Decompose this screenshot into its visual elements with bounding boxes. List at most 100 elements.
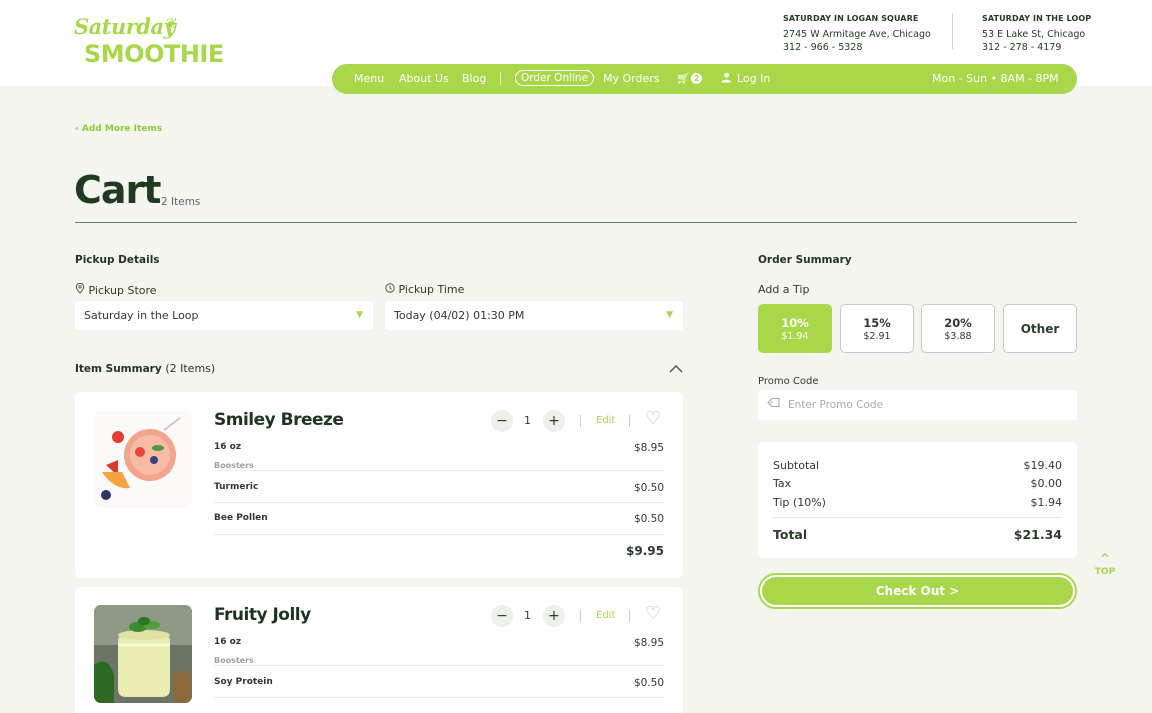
- tip-amount: $3.88: [944, 331, 972, 342]
- edit-item-link[interactable]: Edit: [596, 415, 615, 426]
- nav-my-orders[interactable]: My Orders: [603, 72, 660, 85]
- boosters-label: Boosters: [214, 461, 254, 470]
- total-row: Total $21.34: [773, 527, 1062, 542]
- pickup-store-value: Saturday in the Loop: [84, 309, 199, 322]
- add-more-items-label: Add More Items: [81, 124, 163, 134]
- tax-value: $0.00: [1030, 477, 1063, 490]
- location-phone[interactable]: 312 - 966 - 5328: [783, 41, 931, 55]
- add-more-items-link[interactable]: ‹ Add More Items: [75, 124, 162, 134]
- location-name: SATURDAY IN THE LOOP: [982, 14, 1092, 23]
- tip-percent: 20%: [944, 316, 972, 330]
- row-divider: [214, 697, 664, 698]
- nav-log-in[interactable]: Log In: [737, 72, 770, 85]
- item-total-price: $9.95: [626, 544, 664, 558]
- size-row: 16 oz $8.95: [214, 637, 664, 649]
- tip-line-label: Tip (10%): [773, 496, 826, 509]
- pickup-store-select[interactable]: Saturday in the Loop ▼: [75, 301, 373, 330]
- chevron-left-icon: ‹: [75, 124, 79, 134]
- row-divider: [214, 534, 664, 535]
- booster-row: Turmeric $0.50: [214, 482, 664, 494]
- title-divider: [75, 222, 1077, 223]
- tip-option-other[interactable]: Other: [1003, 304, 1077, 353]
- booster-name: Soy Protein: [214, 677, 273, 687]
- summary-divider: [773, 517, 1062, 518]
- location-divider: [952, 13, 953, 49]
- increase-quantity-button[interactable]: +: [543, 410, 565, 432]
- back-to-top-label: TOP: [1094, 567, 1116, 577]
- edit-item-link[interactable]: Edit: [596, 610, 615, 621]
- location-phone[interactable]: 312 - 278 - 4179: [982, 41, 1091, 55]
- leaf-icon: ❦: [166, 16, 178, 32]
- promo-code-input[interactable]: [788, 395, 1068, 415]
- tip-percent: 15%: [863, 316, 891, 330]
- pickup-details-heading: Pickup Details: [75, 254, 160, 266]
- location-address: 53 E Lake St, Chicago: [982, 28, 1086, 40]
- cart-count-badge: 2: [691, 73, 702, 84]
- cart-item-card: Fruity Jolly − 1 + Edit ♡ 16 oz $8.95 Bo…: [75, 587, 683, 713]
- tax-row: Tax $0.00: [773, 477, 1062, 490]
- nav-hours: Mon - Sun • 8AM - 8PM: [932, 72, 1059, 85]
- row-divider: [214, 665, 664, 666]
- increase-quantity-button[interactable]: +: [543, 605, 565, 627]
- action-divider: [629, 610, 630, 622]
- add-tip-label: Add a Tip: [758, 283, 810, 296]
- action-divider: [580, 610, 581, 622]
- pickup-time-value: Today (04/02) 01:30 PM: [394, 309, 525, 322]
- location-pin-icon: [75, 282, 89, 297]
- location-name: SATURDAY IN LOGAN SQUARE: [783, 14, 919, 23]
- booster-price: $0.50: [633, 677, 664, 689]
- tip-amount: $1.94: [781, 331, 809, 342]
- cart-item-count: 2 Items: [161, 196, 201, 208]
- quantity-value: 1: [524, 414, 531, 427]
- pickup-time-label-text: Pickup Time: [398, 283, 465, 296]
- logo-line-1: Saturday: [74, 14, 176, 39]
- tip-option-15[interactable]: 15% $2.91: [840, 304, 914, 353]
- tag-icon: [767, 397, 780, 411]
- action-divider: [629, 415, 630, 427]
- action-divider: [580, 415, 581, 427]
- nav-menu[interactable]: Menu: [354, 72, 384, 85]
- dropdown-caret-icon: ▼: [666, 310, 673, 320]
- item-summary-heading: Item Summary (2 Items): [75, 362, 215, 375]
- main-nav: Menu About Us Blog Order Online My Order…: [332, 64, 1077, 94]
- product-name: Smiley Breeze: [214, 410, 344, 430]
- brand-logo[interactable]: Saturday ❦ SMOOTHIE: [74, 14, 224, 72]
- pickup-time-label: Pickup Time: [385, 283, 464, 296]
- order-summary-heading: Order Summary: [758, 254, 852, 266]
- tip-option-20[interactable]: 20% $3.88: [921, 304, 995, 353]
- tip-option-10[interactable]: 10% $1.94: [758, 304, 832, 353]
- favorite-heart-icon[interactable]: ♡: [645, 408, 661, 429]
- collapse-chevron-up-icon[interactable]: [669, 362, 683, 376]
- subtotal-label: Subtotal: [773, 459, 820, 472]
- back-to-top-button[interactable]: ⌃ TOP: [1094, 550, 1116, 578]
- nav-blog[interactable]: Blog: [462, 72, 486, 85]
- booster-row: Bee Pollen $0.50: [214, 513, 664, 525]
- tip-other-label: Other: [1020, 322, 1060, 336]
- booster-row: Soy Protein $0.50: [214, 677, 664, 689]
- booster-name: Bee Pollen: [214, 513, 268, 523]
- subtotal-row: Subtotal $19.40: [773, 459, 1062, 472]
- decrease-quantity-button[interactable]: −: [491, 605, 513, 627]
- page-title: Cart: [74, 168, 161, 212]
- size-label: 16 oz: [214, 637, 242, 647]
- nav-about-us[interactable]: About Us: [399, 72, 449, 85]
- tip-line-value: $1.94: [1030, 496, 1063, 509]
- dropdown-caret-icon: ▼: [356, 310, 363, 320]
- cart-icon[interactable]: 🛒︎: [676, 72, 690, 85]
- checkout-button[interactable]: Check Out >: [758, 573, 1077, 609]
- promo-code-label: Promo Code: [758, 376, 819, 387]
- nav-order-online[interactable]: Order Online: [515, 70, 595, 86]
- price-summary-box: Subtotal $19.40 Tax $0.00 Tip (10%) $1.9…: [758, 442, 1077, 558]
- location-the-loop: SATURDAY IN THE LOOP 53 E Lake St, Chica…: [982, 12, 1091, 55]
- clock-icon: [385, 283, 399, 296]
- boosters-label: Boosters: [214, 656, 254, 665]
- smoothie-product-image: [94, 410, 192, 508]
- decrease-quantity-button[interactable]: −: [491, 410, 513, 432]
- row-divider: [214, 470, 664, 471]
- pickup-time-select[interactable]: Today (04/02) 01:30 PM ▼: [385, 301, 683, 330]
- logo-line-2: SMOOTHIE: [84, 40, 224, 68]
- chevron-up-icon: ⌃: [1098, 550, 1112, 569]
- favorite-heart-icon[interactable]: ♡: [645, 603, 661, 624]
- size-row: 16 oz $8.95: [214, 442, 664, 454]
- row-divider: [214, 502, 664, 503]
